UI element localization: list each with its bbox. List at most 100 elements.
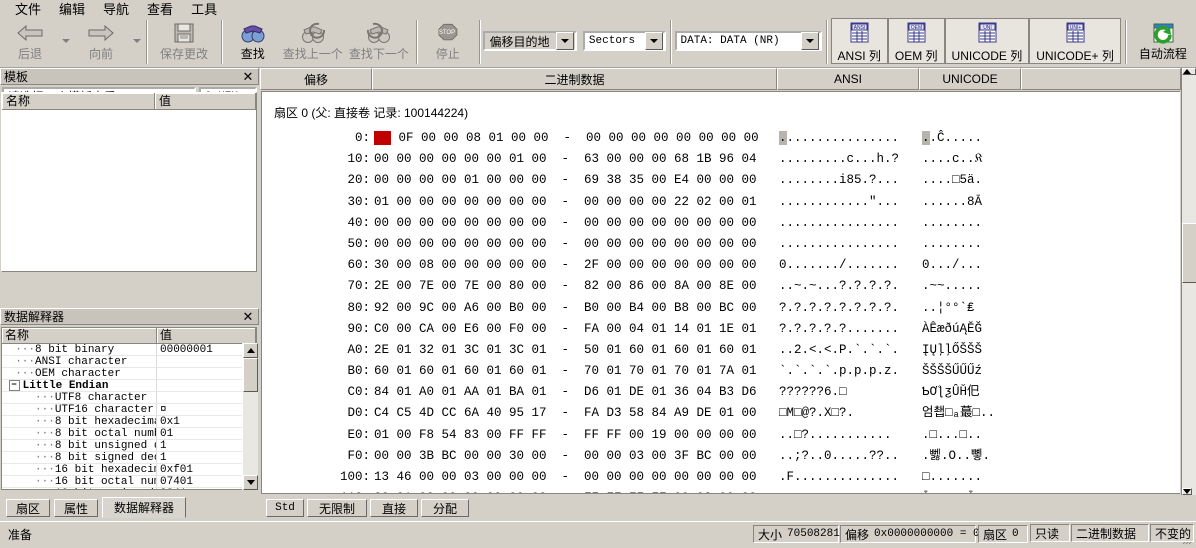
hex-row-unicode[interactable]: ........ bbox=[922, 213, 982, 234]
menu-item-edit[interactable]: 编辑 bbox=[50, 1, 94, 18]
hex-row-bytes[interactable]: 00 00 00 00 00 00 00 00 - 00 00 00 00 00… bbox=[374, 213, 757, 234]
hex-row-bytes[interactable]: 00 00 3B BC 00 00 30 00 - 00 00 03 00 3F… bbox=[374, 446, 757, 467]
hex-row-bytes[interactable]: 2E 01 32 01 3C 01 3C 01 - 50 01 60 01 60… bbox=[374, 340, 757, 361]
hex-header-ansi[interactable]: ANSI bbox=[777, 68, 919, 90]
template-col-name[interactable]: 名称 bbox=[2, 93, 155, 109]
data-interpreter-row[interactable]: ··· OEM character bbox=[2, 368, 256, 380]
data-interpreter-row[interactable]: − Little Endian bbox=[2, 380, 256, 392]
hex-row-bytes[interactable]: C4 C5 4D CC 6A 40 95 17 - FA D3 58 84 A9… bbox=[374, 403, 757, 424]
hex-row-unicode[interactable]: 엄쵑□ₐ蕞□.. bbox=[922, 403, 995, 424]
hex-row-unicode[interactable]: ĮŲļļŐŠŠŠ bbox=[922, 340, 982, 361]
hex-row-unicode[interactable]: ......8Ā bbox=[922, 192, 982, 213]
chevron-down-icon[interactable] bbox=[555, 32, 574, 50]
selected-unicode-char[interactable]: . bbox=[922, 131, 930, 145]
hex-row-bytes[interactable]: 01 0F 00 00 08 01 00 00 - 00 00 00 00 00… bbox=[374, 128, 759, 149]
template-grid-body[interactable] bbox=[2, 110, 256, 270]
back-dropdown[interactable] bbox=[60, 18, 71, 64]
tab-direct[interactable]: 直接 bbox=[370, 499, 418, 517]
hex-row-bytes[interactable]: 60 01 60 01 60 01 60 01 - 70 01 70 01 70… bbox=[374, 361, 757, 382]
selected-ansi-char[interactable]: . bbox=[779, 131, 787, 145]
find-button[interactable]: 查找 bbox=[226, 18, 280, 64]
hex-scroll-up-button[interactable] bbox=[1182, 68, 1196, 75]
hex-row-unicode[interactable]: .뻻.O..뼿. bbox=[922, 446, 990, 467]
template-col-value[interactable]: 值 bbox=[155, 93, 256, 109]
hex-rows-container[interactable]: 0: 01 0F 00 00 08 01 00 00 - 00 00 00 00 … bbox=[262, 128, 1180, 493]
hex-row-ansi[interactable]: ............"... bbox=[779, 192, 899, 213]
hex-row-unicode[interactable]: ÀÊæðúĄĔĞ bbox=[922, 319, 982, 340]
tab-data-interpreter[interactable]: 数据解释器 bbox=[102, 497, 186, 518]
hex-row-ansi[interactable]: `.`.`.`.p.p.p.z. bbox=[779, 361, 899, 382]
hex-row-unicode[interactable]: 0.../... bbox=[922, 255, 982, 276]
hex-row[interactable]: A0: 2E 01 32 01 3C 01 3C 01 - 50 01 60 01… bbox=[262, 340, 1180, 361]
hex-row-ansi[interactable]: ................ bbox=[779, 213, 899, 234]
scroll-track[interactable] bbox=[243, 358, 258, 475]
data-interpreter-row[interactable]: ··· 16 bit hexadecim···0xf01 bbox=[2, 464, 256, 476]
hex-row[interactable]: C0: 84 01 A0 01 AA 01 BA 01 - D6 01 DE 01… bbox=[262, 382, 1180, 403]
close-icon[interactable]: ✕ bbox=[241, 70, 255, 83]
menu-item-view[interactable]: 查看 bbox=[138, 1, 182, 18]
tab-unlimited[interactable]: 无限制 bbox=[307, 499, 367, 517]
oem-column-button[interactable]: OEM OEM 列 bbox=[887, 18, 945, 64]
hex-row-unicode[interactable]: ŠŠŠŠŰŰŰź bbox=[922, 361, 982, 382]
selected-byte[interactable]: 01 bbox=[374, 131, 392, 145]
hex-row-unicode[interactable]: ..Ĉ..... bbox=[922, 128, 982, 149]
hex-vertical-scrollbar[interactable] bbox=[1181, 68, 1196, 495]
hex-row-bytes[interactable]: 01 00 F8 54 83 00 FF FF - FF FF 00 19 00… bbox=[374, 425, 757, 446]
tab-sectors[interactable]: 扇区 bbox=[6, 499, 50, 517]
hex-row-ansi[interactable]: .F.............. bbox=[779, 467, 899, 488]
hex-row-bytes[interactable]: 92 00 9C 00 A6 00 B0 00 - B0 00 B4 00 B8… bbox=[374, 298, 757, 319]
hex-row-unicode[interactable]: ....c..𝔎 bbox=[922, 149, 983, 170]
units-combo[interactable]: Sectors bbox=[582, 31, 666, 51]
scroll-down-button[interactable] bbox=[243, 475, 258, 490]
hex-row-ansi[interactable]: ................ bbox=[779, 128, 899, 149]
find-prev-button[interactable]: 查找上一个 bbox=[280, 18, 346, 64]
hex-row-ansi[interactable]: ..2.<.<.P.`.`.`. bbox=[779, 340, 899, 361]
hex-row[interactable]: 30: 01 00 00 00 00 00 00 00 - 00 00 00 00… bbox=[262, 192, 1180, 213]
close-icon-2[interactable]: ✕ bbox=[241, 310, 255, 323]
chevron-down-icon-2[interactable] bbox=[644, 32, 663, 50]
data-interpreter-row[interactable]: ··· 8 bit unsigned d···1 bbox=[2, 440, 256, 452]
hex-row-unicode[interactable]: Ā.....Ā. bbox=[922, 488, 982, 493]
hex-row-ansi[interactable]: ?.?.?.?.?.?.?.?. bbox=[779, 298, 899, 319]
hex-row-ansi[interactable]: ..□?........... bbox=[779, 425, 892, 446]
hex-row[interactable]: 70: 2E 00 7E 00 7E 00 80 00 - 82 00 86 00… bbox=[262, 276, 1180, 297]
di-col-name[interactable]: 名称 bbox=[2, 328, 157, 343]
hex-row[interactable]: 90: C0 00 CA 00 E6 00 F0 00 - FA 00 04 01… bbox=[262, 319, 1180, 340]
hex-row-ansi[interactable]: ................ bbox=[779, 234, 899, 255]
menu-item-file[interactable]: 文件 bbox=[6, 1, 50, 18]
scroll-up-button[interactable] bbox=[243, 343, 258, 358]
data-interpreter-rows[interactable]: ··· 8 bit binary 00000001 ··· ANSI charac… bbox=[2, 344, 256, 489]
hex-row-ansi[interactable]: ..~.~...?.?.?.?. bbox=[779, 276, 899, 297]
hex-row-bytes[interactable]: 30 00 08 00 00 00 00 00 - 2F 00 00 00 00… bbox=[374, 255, 757, 276]
data-interpreter-row[interactable]: ··· 16 bit octal number07401 bbox=[2, 476, 256, 488]
hex-scroll-down-button[interactable] bbox=[1182, 488, 1192, 495]
hex-row-bytes[interactable]: 01 00 00 00 00 00 00 00 - 00 00 00 00 22… bbox=[374, 192, 757, 213]
data-interpreter-row[interactable]: ··· ANSI character bbox=[2, 356, 256, 368]
tab-allocate[interactable]: 分配 bbox=[421, 499, 469, 517]
tree-collapse-icon[interactable]: − bbox=[8, 380, 20, 391]
hex-row-bytes[interactable]: 2E 00 7E 00 7E 00 80 00 - 82 00 86 00 8A… bbox=[374, 276, 757, 297]
data-combo[interactable]: DATA: DATA (NR) bbox=[674, 31, 822, 51]
hex-header-offset[interactable]: 偏移 bbox=[260, 68, 372, 90]
hex-row-bytes[interactable]: 00 01 00 00 00 00 00 00 - FF FF FF FF 00… bbox=[374, 488, 757, 493]
di-col-value[interactable]: 值 bbox=[157, 328, 256, 343]
ansi-column-button[interactable]: ANSI ANSI 列 bbox=[830, 18, 888, 64]
hex-row-bytes[interactable]: C0 00 CA 00 E6 00 F0 00 - FA 00 04 01 14… bbox=[374, 319, 757, 340]
hex-row-unicode[interactable]: .~~..... bbox=[922, 276, 982, 297]
hex-row[interactable]: E0: 01 00 F8 54 83 00 FF FF - FF FF 00 19… bbox=[262, 425, 1180, 446]
hex-row[interactable]: 110: 00 01 00 00 00 00 00 00 - FF FF FF F… bbox=[262, 488, 1180, 493]
auto-flow-button[interactable]: 自动流程 bbox=[1130, 18, 1196, 64]
unicode-plus-column-button[interactable]: UNI+ UNICODE+ 列 bbox=[1029, 18, 1121, 64]
hex-row-ansi[interactable]: ................ bbox=[779, 488, 899, 493]
hex-body[interactable]: 扇区 0 (父: 直接卷 记录: 100144224) 0: 01 0F 00 0… bbox=[261, 91, 1180, 494]
stop-button[interactable]: STOP 停止 bbox=[421, 18, 475, 64]
hex-row[interactable]: 60: 30 00 08 00 00 00 00 00 - 2F 00 00 00… bbox=[262, 255, 1180, 276]
save-changes-button[interactable]: 保存更改 bbox=[151, 18, 217, 64]
hex-row-unicode[interactable]: ........ bbox=[922, 234, 982, 255]
hex-row[interactable]: F0: 00 00 3B BC 00 00 30 00 - 00 00 03 00… bbox=[262, 446, 1180, 467]
hex-row-bytes[interactable]: 84 01 A0 01 AA 01 BA 01 - D6 01 DE 01 36… bbox=[374, 382, 757, 403]
data-interpreter-row[interactable]: ··· UTF16 character ¤ bbox=[2, 404, 256, 416]
hex-row-ansi[interactable]: ..;?..0.....??.. bbox=[779, 446, 899, 467]
hex-row[interactable]: D0: C4 C5 4D CC 6A 40 95 17 - FA D3 58 84… bbox=[262, 403, 1180, 424]
hex-row[interactable]: 0: 01 0F 00 00 08 01 00 00 - 00 00 00 00 … bbox=[262, 128, 1180, 149]
